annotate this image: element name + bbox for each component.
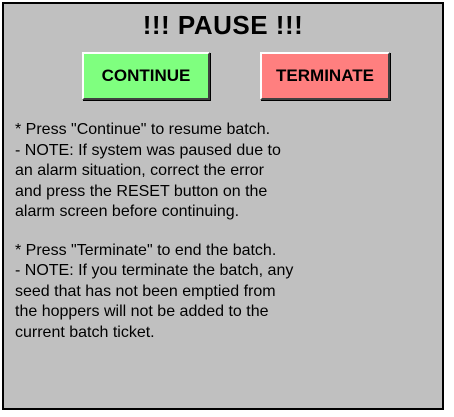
dialog-title: !!! PAUSE !!! [142, 10, 304, 40]
terminate-instructions: * Press "Terminate" to end the batch. - … [15, 241, 437, 344]
instruction-line: an alarm situation, correct the error [15, 162, 264, 179]
instruction-line: alarm screen before continuing. [15, 203, 240, 220]
terminate-button[interactable]: TERMINATE [260, 52, 390, 100]
instruction-line: - NOTE: If system was paused due to [15, 141, 281, 159]
continue-button[interactable]: CONTINUE [82, 52, 210, 100]
instruction-line: * Press "Terminate" to end the batch. [15, 241, 277, 259]
continue-button-label: CONTINUE [101, 66, 191, 85]
instruction-line: and press the RESET button on the [15, 182, 268, 200]
terminate-button-label: TERMINATE [276, 66, 374, 85]
instruction-line: the hoppers will not be added to the [15, 303, 269, 320]
instruction-line: seed that has not been emptied from [15, 282, 276, 300]
instructions-text: * Press "Continue" to resume batch. - NO… [15, 120, 437, 343]
continue-instructions: * Press "Continue" to resume batch. - NO… [15, 120, 437, 223]
pause-dialog: !!! PAUSE !!! CONTINUE TERMINATE * Press… [2, 2, 444, 410]
instruction-line: - NOTE: If you terminate the batch, any [15, 262, 294, 279]
instruction-line: * Press "Continue" to resume batch. [15, 121, 271, 138]
instruction-line: current batch ticket. [15, 323, 155, 341]
